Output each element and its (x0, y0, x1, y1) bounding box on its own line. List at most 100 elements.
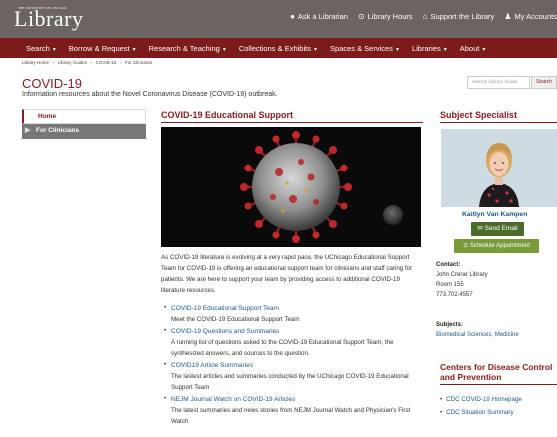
send-email-button[interactable]: ✉ Send Email (471, 222, 524, 236)
bank-icon: ⌂ (422, 12, 428, 21)
chevron-down-icon: ▾ (52, 46, 56, 53)
resource-description: The latest summaries and news stories fr… (171, 407, 411, 425)
support-library-link[interactable]: ⌂ Support the Library (423, 12, 495, 21)
nav-spaces-services[interactable]: Spaces & Services ▾ (330, 44, 399, 53)
list-item: • CDC COVID-19 Homepage (440, 393, 522, 406)
breadcrumb-library-guides[interactable]: Library Guides (58, 60, 87, 65)
subjects-label: Subjects: (436, 322, 464, 328)
support-library-label: Support the Library (430, 12, 495, 21)
breadcrumb-library-home[interactable]: Library Home (22, 60, 49, 65)
list-item: • COVID-19 Questions and Summaries A run… (161, 327, 423, 359)
nav-about[interactable]: About ▾ (460, 44, 486, 53)
logo-library-text: Library (14, 6, 84, 31)
cdc-link-list: • CDC COVID-19 Homepage • CDC Situation Su… (440, 393, 522, 419)
clock-icon: ⊙ (357, 12, 365, 21)
library-hours-link[interactable]: ⊙ Library Hours (358, 12, 413, 21)
resource-link[interactable]: COVID19 Article Summaries (171, 361, 423, 371)
breadcrumb-separator: > (119, 60, 122, 65)
cdc-situation-summary-link[interactable]: CDC Situation Summary (446, 409, 513, 416)
contact-label: Contact: (436, 262, 461, 268)
ask-librarian-link[interactable]: ● Ask a Librarian (290, 12, 348, 21)
schedule-appointment-label: Schedule Appointment (469, 243, 530, 249)
resource-description: The lastest articles and summaries condu… (171, 373, 409, 391)
specialist-photo (441, 129, 557, 207)
subject-link-medicine[interactable]: Medicine (495, 332, 519, 338)
sidebar-item-label: Home (38, 113, 57, 120)
resource-description: Meet the COVID-19 Educational Support Te… (171, 316, 300, 323)
contact-room: Room 155 (436, 282, 464, 288)
chevron-down-icon: ▾ (443, 46, 447, 53)
section-heading: COVID-19 Educational Support (161, 110, 294, 120)
nav-about-label: About (459, 43, 480, 53)
nav-search[interactable]: Search ▾ (26, 44, 56, 53)
breadcrumb-separator: > (52, 60, 55, 65)
list-item: • NEJM Journal Watch on COVID-19 Article… (161, 395, 423, 427)
nav-research-teaching[interactable]: Research & Teaching ▾ (149, 44, 226, 53)
page-subtitle: Information resources about the Novel Co… (22, 91, 278, 98)
resource-link[interactable]: COVID-19 Questions and Summaries (171, 327, 423, 337)
chevron-down-icon: ▾ (395, 46, 399, 53)
subjects-info: Subjects: Biomedical Sciences, Medicine (436, 320, 519, 340)
breadcrumb-covid19[interactable]: COVID-19 (96, 60, 117, 65)
nav-spaces-label: Spaces & Services (329, 43, 393, 53)
bullet-icon: • (164, 395, 167, 402)
chevron-down-icon: ▾ (132, 46, 136, 53)
nav-borrow-request[interactable]: Borrow & Request ▾ (69, 44, 136, 53)
my-accounts-label: My Accounts (514, 12, 557, 21)
bullet-icon: • (164, 361, 167, 368)
contact-phone: 773.702.4557 (436, 292, 473, 298)
list-item: • COVID19 Article Summaries The lastest … (161, 361, 423, 393)
bullet-icon: • (440, 409, 443, 416)
breadcrumb: Library Home > Library Guides > COVID-19 > For… (22, 60, 152, 65)
nav-search-label: Search (26, 43, 50, 53)
section-divider (440, 122, 557, 123)
sidebar-item-label: For Clinicians (36, 127, 79, 134)
nav-research-label: Research & Teaching (148, 43, 220, 53)
sidebar-item-home[interactable]: Home (22, 109, 146, 124)
nav-collections-label: Collections & Exhibits (238, 43, 311, 53)
chevron-down-icon: ▾ (313, 46, 317, 53)
list-item: • COVID-19 Educational Support Team Meet… (161, 304, 423, 325)
top-header: THE UNIVERSITY OF CHICAGO Library ● Ask … (0, 0, 557, 38)
sidebar-item-for-clinicians[interactable]: ▶ For Clinicians (22, 124, 146, 139)
send-email-label: Send Email (484, 225, 518, 232)
nav-collections-exhibits[interactable]: Collections & Exhibits ▾ (239, 44, 317, 53)
nav-libraries[interactable]: Libraries ▾ (412, 44, 447, 53)
search-button[interactable]: Search (531, 76, 557, 89)
coronavirus-image (161, 127, 421, 247)
schedule-appointment-button[interactable]: ⊙ Schedule Appointment (454, 239, 539, 253)
bullet-icon: • (440, 396, 443, 403)
cdc-homepage-link[interactable]: CDC COVID-19 Homepage (446, 396, 522, 403)
section-divider (161, 122, 423, 123)
nav-libraries-label: Libraries (411, 43, 441, 53)
subjects-links: Biomedical Sciences, Medicine (436, 330, 519, 340)
resource-link[interactable]: COVID-19 Educational Support Team (171, 304, 423, 314)
nav-borrow-label: Borrow & Request (68, 43, 130, 53)
resource-list: • COVID-19 Educational Support Team Meet… (161, 304, 423, 429)
clock-icon: ⊙ (463, 243, 469, 249)
page-title: COVID-19 (22, 76, 82, 91)
caret-right-icon: ▶ (25, 127, 31, 134)
section-divider (440, 384, 557, 385)
chevron-down-icon: ▾ (482, 46, 486, 53)
envelope-icon: ✉ (477, 225, 483, 232)
search-input[interactable]: Search Library Guide (467, 76, 530, 89)
breadcrumb-separator: > (89, 60, 93, 65)
contact-info: Contact: John Crerar Library Room 155 77… (436, 260, 488, 300)
specialist-name[interactable]: Kaitlyn Van Kampen (462, 211, 527, 218)
user-icon: ♟ (504, 12, 512, 21)
bullet-icon: • (164, 304, 167, 311)
resource-link[interactable]: NEJM Journal Watch on COVID-19 Articles (171, 395, 423, 405)
subject-link-biomedical-sciences[interactable]: Biomedical Sciences (436, 332, 491, 338)
chevron-down-icon: ▾ (222, 46, 226, 53)
cdc-heading: Centers for Disease Control and Preventi… (440, 362, 553, 382)
my-accounts-link[interactable]: ♟ My Accounts (504, 12, 557, 21)
ask-librarian-label: Ask a Librarian (297, 12, 348, 21)
coronavirus-illustration (161, 127, 421, 247)
intro-paragraph: As COVID-19 literature is evolving at a … (161, 254, 413, 294)
chat-icon: ● (290, 12, 295, 21)
resource-description: A running list of questions asked to the… (171, 339, 394, 357)
utility-links: ● Ask a Librarian ⊙ Library Hours ⌂ Supp… (290, 12, 557, 21)
list-item: • CDC Situation Summary (440, 406, 522, 419)
subject-specialist-heading: Subject Specialist (440, 110, 518, 120)
